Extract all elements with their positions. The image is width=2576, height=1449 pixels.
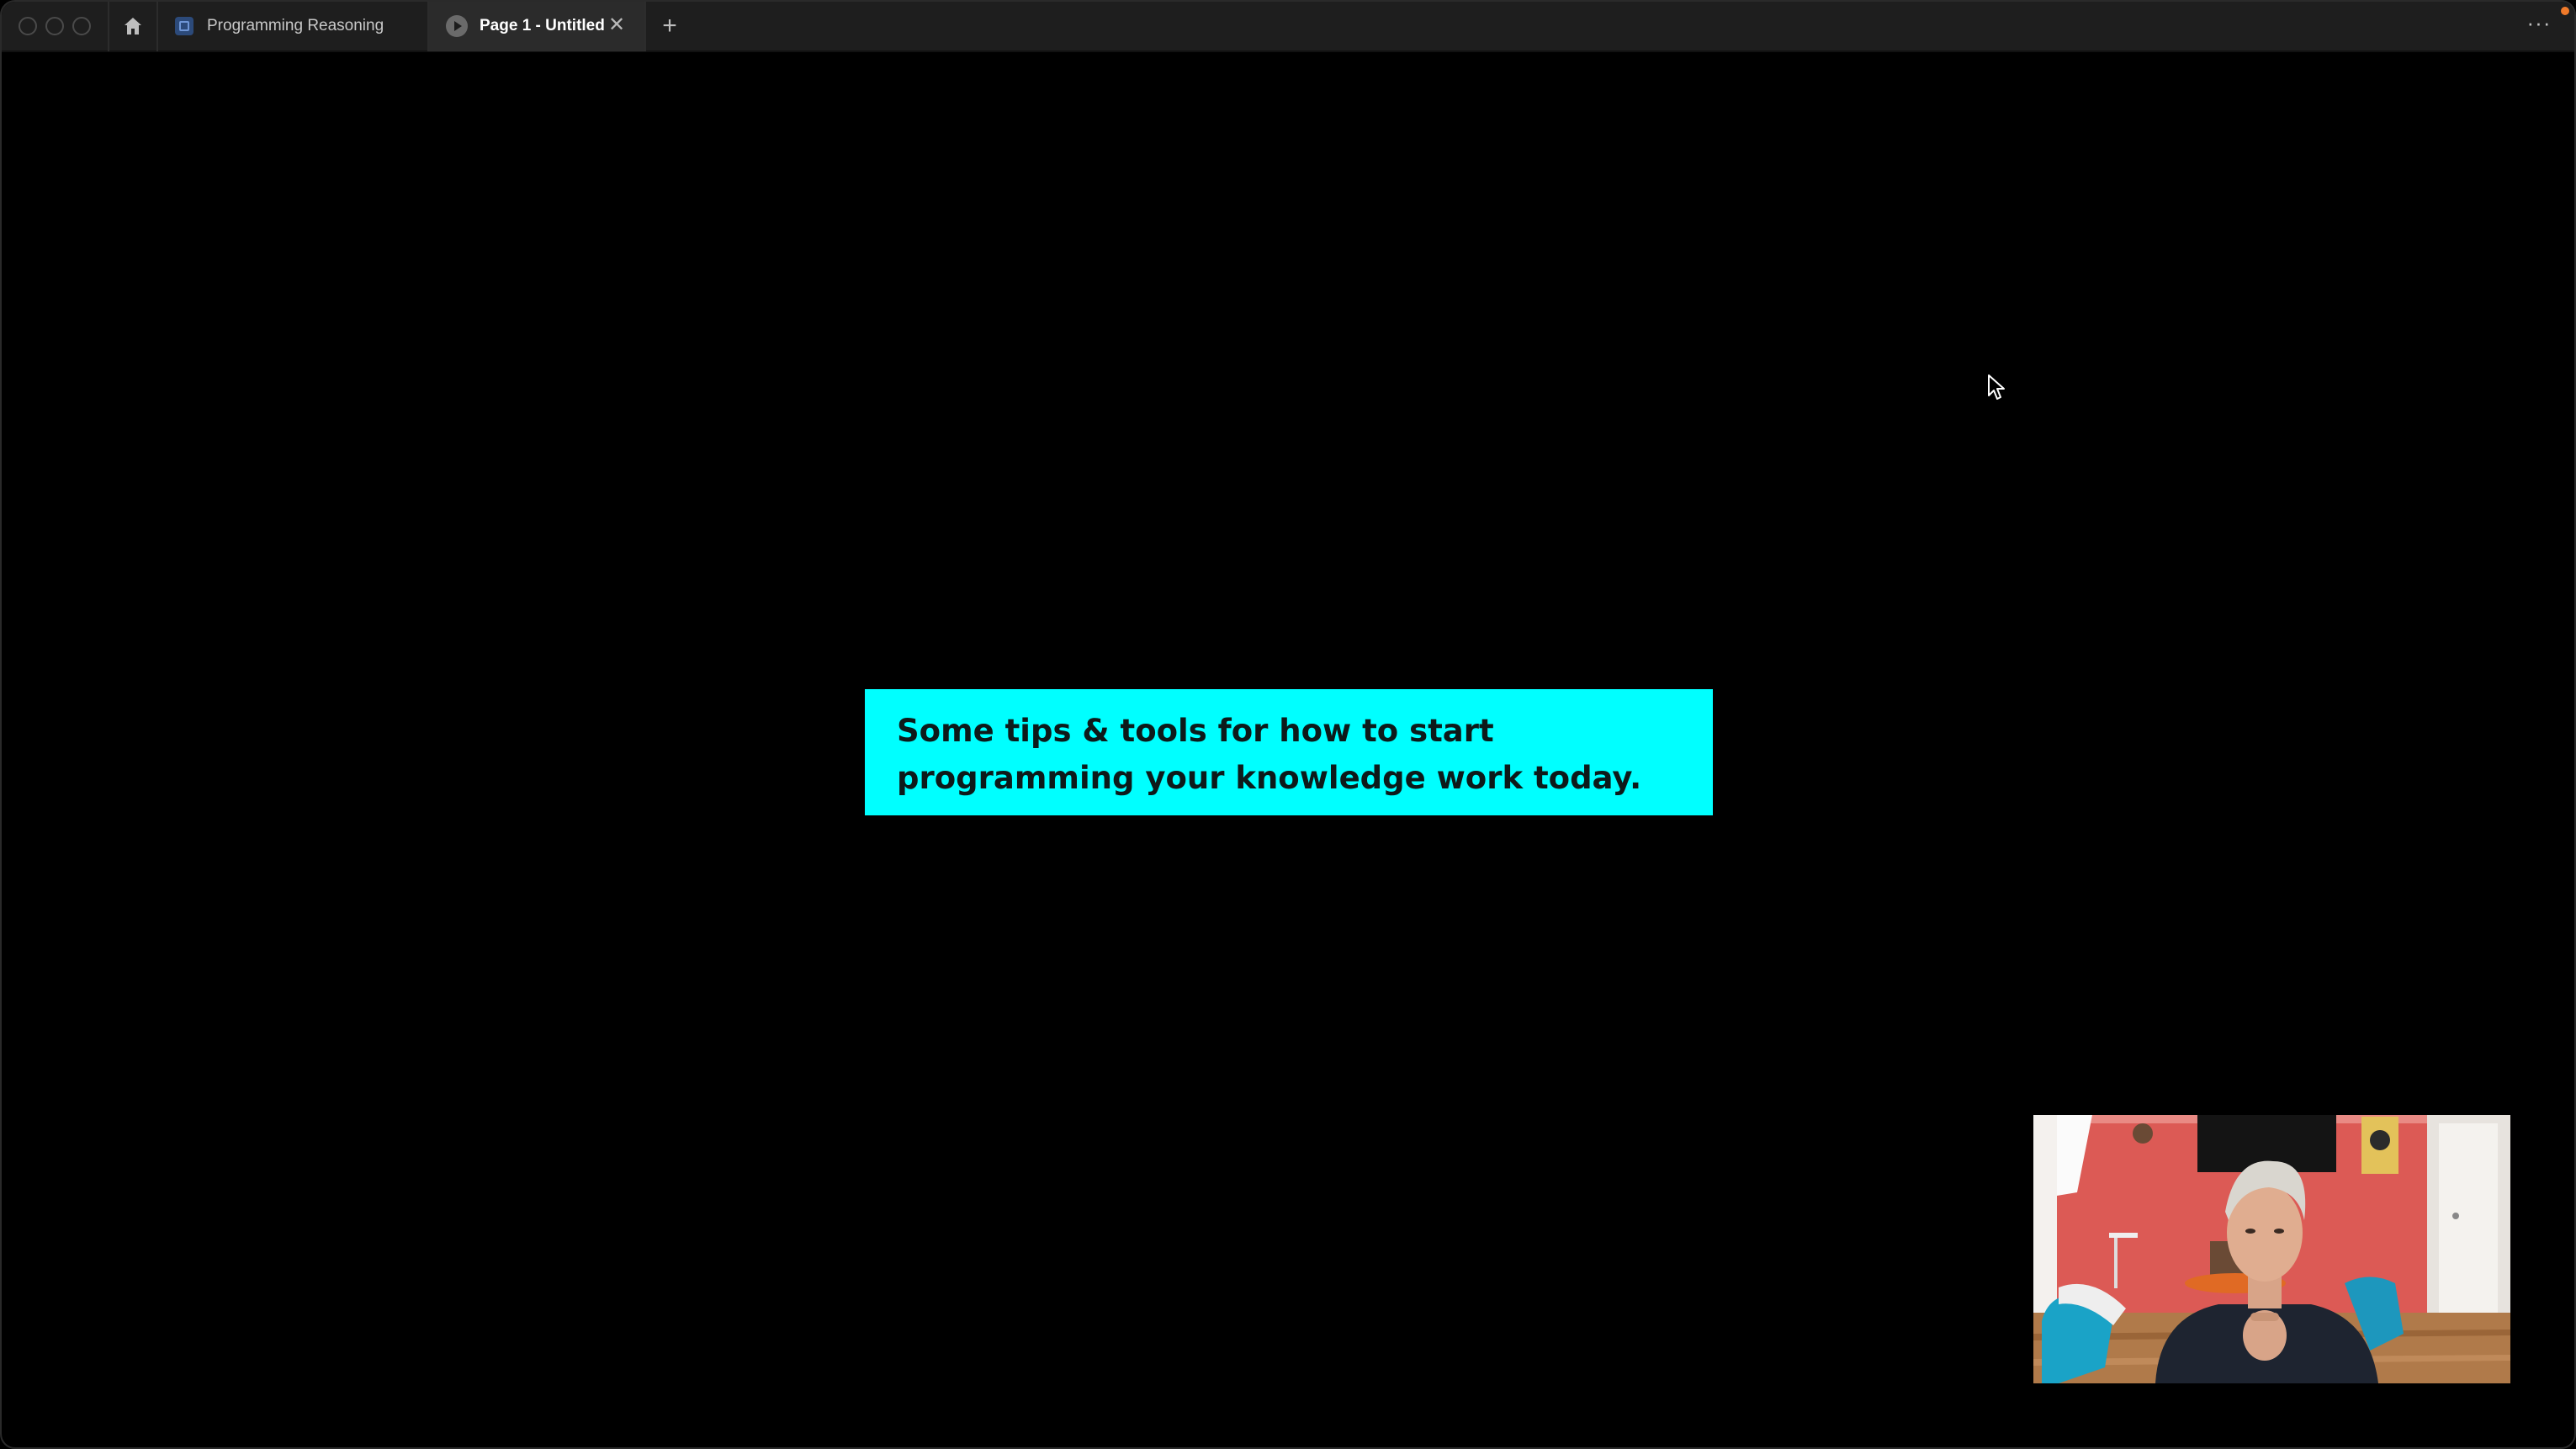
play-icon bbox=[446, 15, 468, 37]
tab-page-1-untitled[interactable]: Page 1 - Untitled ✕ bbox=[429, 2, 646, 51]
close-window-button[interactable] bbox=[19, 17, 37, 35]
tab-bar: Programming Reasoning Page 1 - Untitled … bbox=[2, 2, 2574, 52]
webcam-video-feed bbox=[2033, 1115, 2510, 1383]
minimize-window-button[interactable] bbox=[45, 17, 64, 35]
tab-label: Page 1 - Untitled bbox=[480, 17, 605, 34]
window-controls bbox=[19, 17, 108, 35]
caption-line-2: programming your knowledge work today. bbox=[897, 760, 1642, 796]
home-icon bbox=[125, 18, 141, 34]
tab-label: Programming Reasoning bbox=[207, 17, 384, 34]
home-button[interactable] bbox=[108, 2, 158, 51]
webcam-image bbox=[2033, 1115, 2510, 1383]
file-icon bbox=[175, 17, 193, 35]
mouse-cursor-icon bbox=[1988, 374, 2005, 400]
notification-dot bbox=[2561, 7, 2569, 15]
tab-programming-reasoning[interactable]: Programming Reasoning bbox=[158, 2, 429, 51]
close-tab-icon[interactable]: ✕ bbox=[606, 14, 628, 36]
more-options-icon[interactable]: ··· bbox=[2522, 12, 2556, 39]
caption-line-1: Some tips & tools for how to start bbox=[897, 713, 1494, 749]
app-window: Programming Reasoning Page 1 - Untitled … bbox=[0, 0, 2576, 1449]
slide-caption-box: Some tips & tools for how to start progr… bbox=[865, 689, 1713, 815]
new-tab-button[interactable]: + bbox=[646, 2, 693, 51]
maximize-window-button[interactable] bbox=[72, 17, 91, 35]
